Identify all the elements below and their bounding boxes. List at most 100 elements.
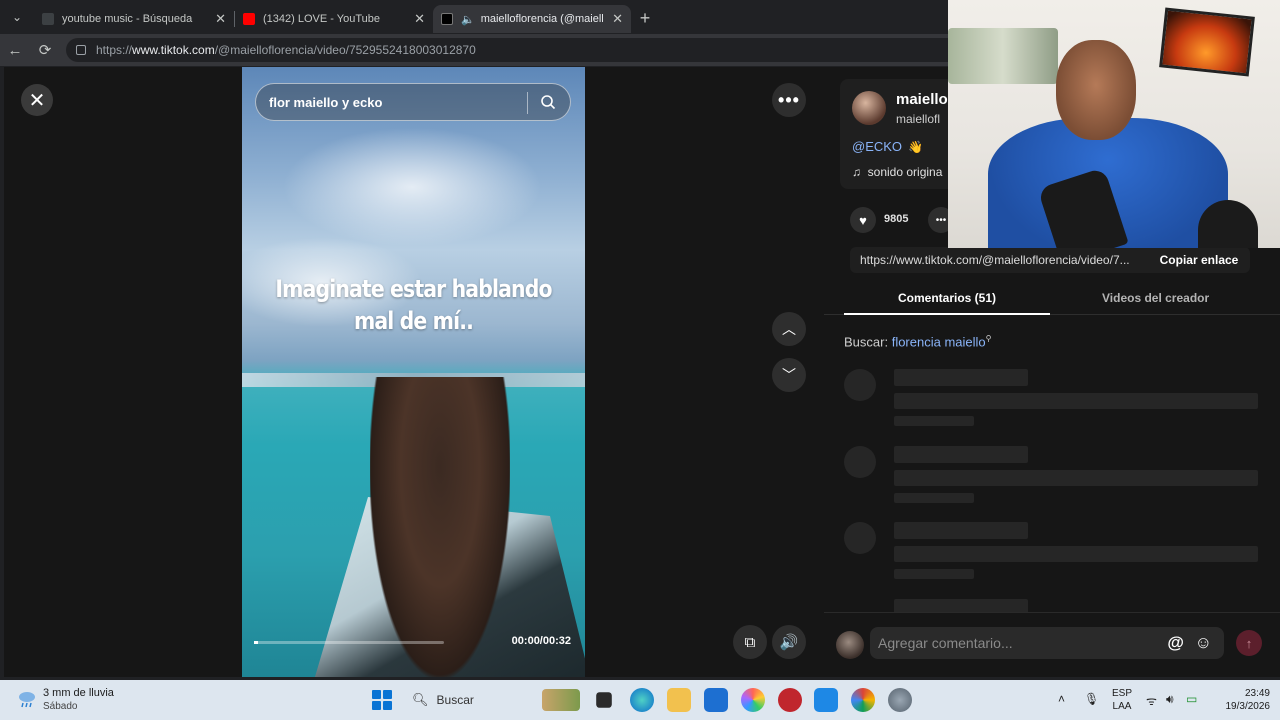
video-frame-cloud bbox=[282, 127, 542, 247]
caption-line-2: mal de mí.. bbox=[353, 307, 474, 335]
music-note-icon: ♫ bbox=[852, 165, 861, 179]
close-tab-icon[interactable]: ✕ bbox=[215, 11, 226, 27]
close-tab-icon[interactable]: ✕ bbox=[612, 11, 623, 27]
related-search-link[interactable]: florencia maiello bbox=[892, 334, 986, 349]
tiktok-favicon-icon bbox=[441, 13, 453, 25]
related-search: Buscar: florencia maiello⚲ bbox=[844, 334, 992, 349]
creator-username[interactable]: maiellofl bbox=[896, 112, 940, 126]
caption-line-1: Imaginate estar hablando bbox=[275, 275, 552, 303]
tab-tiktok-active[interactable]: 🔈 maiellofloren‌cia (@maiellofloren ✕ bbox=[433, 5, 631, 33]
tab-title: maiellofloren‌cia (@maiellofloren bbox=[480, 13, 604, 25]
language-code: ESP bbox=[1112, 688, 1133, 699]
clock-time: 23:49 bbox=[1244, 688, 1270, 699]
mention-link[interactable]: @ECKO bbox=[852, 139, 902, 154]
wall-tv bbox=[1159, 7, 1255, 77]
video-player[interactable]: flor maiello y ecko Imaginate estar habl… bbox=[242, 67, 585, 677]
comment-composer: Agregar comentario... @ ☺ ↑ bbox=[824, 612, 1280, 677]
previous-video-chevron-up-icon[interactable]: ︿ bbox=[772, 312, 806, 346]
url-scheme: https:// bbox=[96, 43, 133, 57]
chevron-up-icon[interactable]: ˄ bbox=[1058, 692, 1065, 706]
emoji-icon[interactable]: ☺ bbox=[1195, 633, 1212, 653]
comment-skeleton bbox=[844, 522, 1264, 582]
video-link[interactable]: https://www.tiktok.com/@maiellofloren‌ci… bbox=[850, 253, 1148, 267]
video-caption-overlay: Imaginate estar hablando mal de mí.. bbox=[268, 273, 560, 337]
send-arrow-icon[interactable]: ↑ bbox=[1236, 630, 1262, 656]
microsoft-store-icon[interactable] bbox=[704, 688, 728, 712]
comment-placeholder: Agregar comentario... bbox=[878, 635, 1013, 651]
site-info-icon[interactable] bbox=[76, 45, 86, 55]
close-tab-icon[interactable]: ✕ bbox=[414, 11, 425, 27]
tab-search-dropdown[interactable]: ⌄ bbox=[0, 0, 34, 34]
weather-day[interactable]: Sábado bbox=[43, 701, 77, 712]
avatar bbox=[836, 631, 864, 659]
weather-text[interactable]: 3 mm de lluvia bbox=[43, 687, 114, 699]
heart-icon[interactable]: ♥ bbox=[850, 207, 876, 233]
taskbar-search[interactable]: 🔍︎ Buscar bbox=[402, 686, 582, 714]
app-red-icon[interactable] bbox=[778, 688, 802, 712]
system-clock[interactable]: 23:49 19/3/2026 bbox=[1222, 687, 1271, 713]
waving-hand-icon: 👋 bbox=[908, 140, 923, 154]
wall-decoration bbox=[948, 28, 1058, 84]
speaker-icon[interactable]: 🔈 bbox=[461, 13, 475, 26]
avatar[interactable] bbox=[852, 91, 886, 125]
person-head bbox=[1056, 40, 1136, 140]
file-explorer-icon[interactable] bbox=[667, 688, 691, 712]
edge-browser-icon[interactable] bbox=[630, 688, 654, 712]
tab-title: youtube music - Búsqueda bbox=[62, 13, 193, 25]
active-tab-indicator bbox=[844, 313, 1050, 315]
tab-title: (1342) LOVE - YouTube bbox=[263, 13, 381, 25]
battery-icon[interactable]: ▭ bbox=[1186, 692, 1197, 706]
video-time: 00:00/00:32 bbox=[511, 635, 571, 647]
settings-gear-icon[interactable] bbox=[888, 688, 912, 712]
search-favicon-icon bbox=[42, 13, 54, 25]
comment-skeleton bbox=[844, 369, 1264, 429]
task-view-icon[interactable] bbox=[596, 692, 612, 708]
floating-player-icon[interactable]: ⧉ bbox=[733, 625, 767, 659]
comments-tabs: Comentarios (51) Videos del creador bbox=[824, 287, 1280, 315]
video-progress-bar[interactable] bbox=[254, 641, 444, 644]
tab-youtube-love[interactable]: (1342) LOVE - YouTube ✕ bbox=[235, 5, 433, 33]
app-blue-icon[interactable] bbox=[814, 688, 838, 712]
youtube-favicon-icon bbox=[243, 13, 255, 25]
video-search-input[interactable]: flor maiello y ecko bbox=[255, 83, 571, 121]
speaker-icon[interactable]: 🔊︎ bbox=[1166, 692, 1174, 707]
search-icon[interactable] bbox=[540, 94, 556, 110]
copy-link-button[interactable]: Copiar enlace bbox=[1148, 253, 1250, 267]
next-video-chevron-down-icon[interactable]: ﹀ bbox=[772, 358, 806, 392]
clock-date: 19/3/2026 bbox=[1225, 701, 1271, 712]
mention-at-icon[interactable]: @ bbox=[1167, 633, 1184, 653]
search-prefix: Buscar: bbox=[844, 334, 889, 350]
new-tab-button[interactable]: + bbox=[631, 8, 659, 29]
keyboard-layout: LAA bbox=[1112, 701, 1132, 712]
url-input[interactable]: https://www.tiktok.com/@maiellofloren‌ci… bbox=[66, 38, 966, 62]
rain-cloud-icon[interactable] bbox=[16, 688, 38, 710]
microphone-icon[interactable]: 🎙 bbox=[1084, 692, 1099, 706]
tab-comments[interactable]: Comentarios (51) bbox=[898, 291, 996, 305]
sound-link[interactable]: ♫ sonido origina bbox=[852, 165, 942, 179]
windows-start-icon[interactable] bbox=[372, 690, 392, 710]
wifi-icon[interactable]: ᯤ bbox=[1146, 692, 1157, 709]
search-highlight-image bbox=[542, 689, 580, 711]
chrome-icon[interactable] bbox=[851, 688, 875, 712]
language-indicator[interactable]: ESP LAA bbox=[1112, 687, 1132, 713]
comment-skeleton bbox=[844, 446, 1264, 506]
search-icon: ⚲ bbox=[985, 334, 992, 343]
divider bbox=[527, 92, 528, 114]
share-link-row: https://www.tiktok.com/@maiellofloren‌ci… bbox=[850, 247, 1250, 273]
sound-label: sonido origina bbox=[867, 165, 943, 179]
comment-skeleton bbox=[844, 599, 1264, 612]
more-options-icon[interactable]: ••• bbox=[772, 83, 806, 117]
volume-icon[interactable]: 🔊 bbox=[772, 625, 806, 659]
close-icon[interactable]: ✕ bbox=[21, 84, 53, 116]
tab-youtube-music-search[interactable]: youtube music - Búsqueda ✕ bbox=[34, 5, 234, 33]
creator-name[interactable]: maiello bbox=[896, 91, 948, 108]
comment-input[interactable]: Agregar comentario... @ ☺ bbox=[870, 627, 1224, 659]
copilot-icon[interactable] bbox=[741, 688, 765, 712]
search-label: Buscar bbox=[436, 693, 474, 707]
trash-bin bbox=[1198, 200, 1258, 248]
back-arrow-icon[interactable]: ← bbox=[0, 42, 30, 59]
tab-creator-videos[interactable]: Videos del creador bbox=[1102, 291, 1209, 305]
reload-icon[interactable]: ⟳ bbox=[30, 41, 60, 59]
video-frame-person bbox=[370, 377, 510, 677]
like-count: 9805 bbox=[884, 213, 909, 225]
